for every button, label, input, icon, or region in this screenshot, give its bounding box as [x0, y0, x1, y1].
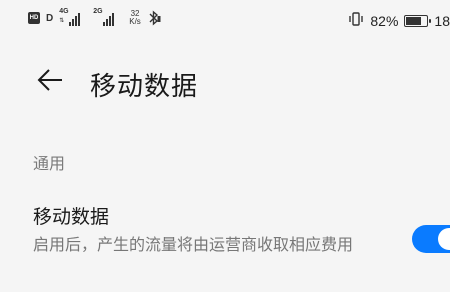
sim2-signal-icon: 2G — [93, 8, 121, 26]
sim2-tech-label: 2G — [93, 8, 103, 15]
status-left: HD D 4G ⇅ 2G 32 K/s — [28, 8, 161, 26]
settings-screen: HD D 4G ⇅ 2G 32 K/s 82% 18 移动数据 通用 移动数据 … — [0, 0, 450, 300]
signal-bars — [69, 13, 81, 26]
sim1-tech-label: 4G — [59, 8, 69, 15]
status-right: 82% 18 — [348, 11, 450, 31]
setting-description: 启用后，产生的流量将由运营商收取相应费用 — [33, 235, 354, 254]
page-title: 移动数据 — [90, 72, 199, 102]
page-header: 移动数据 — [0, 40, 450, 120]
mobile-data-setting-row[interactable]: 移动数据 启用后，产生的流量将由运营商收取相应费用 — [0, 192, 450, 292]
mobile-data-toggle[interactable] — [412, 225, 450, 253]
network-speed-unit: K/s — [129, 17, 141, 26]
toggle-knob — [438, 228, 450, 250]
network-speed: 32 K/s — [129, 10, 141, 26]
status-clock: 18 — [434, 13, 450, 29]
hd-badge: HD — [28, 12, 40, 24]
bluetooth-icon — [147, 10, 161, 26]
section-header: 通用 — [33, 154, 66, 173]
data-activity-icon: ⇅ — [59, 17, 65, 24]
sim1-signal-icon: 4G ⇅ — [59, 8, 87, 26]
status-bar: HD D 4G ⇅ 2G 32 K/s 82% 18 — [0, 0, 450, 40]
back-arrow-icon — [37, 69, 62, 91]
bottom-strip — [0, 292, 450, 300]
signal-bars — [103, 13, 115, 26]
hd-suffix: D — [46, 12, 54, 24]
back-button[interactable] — [30, 62, 70, 98]
battery-percent: 82% — [370, 13, 399, 29]
setting-title: 移动数据 — [33, 206, 110, 228]
battery-icon — [404, 15, 432, 27]
vibrate-icon — [348, 11, 364, 31]
battery-fill — [406, 17, 422, 25]
